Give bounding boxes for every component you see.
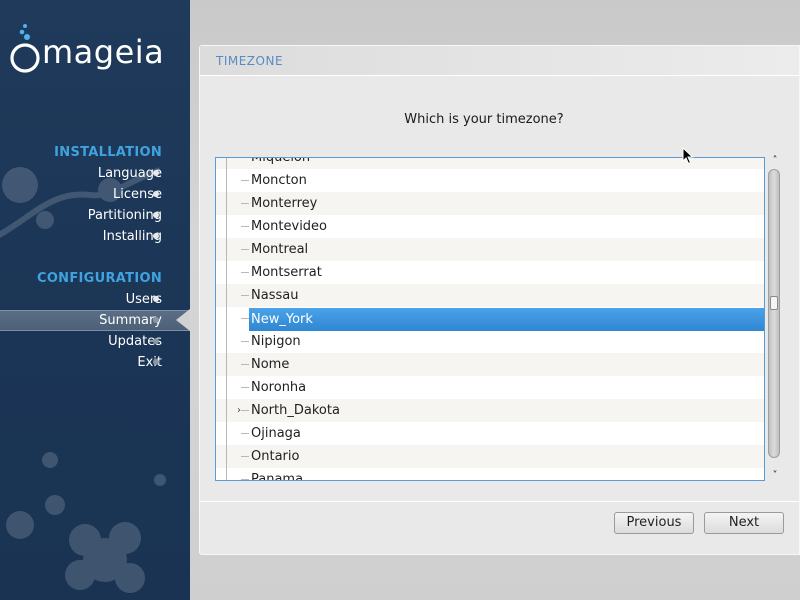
list-item-label: Montevideo xyxy=(251,219,328,234)
step-status-dot xyxy=(153,191,159,197)
list-item-label: Nome xyxy=(251,357,290,372)
decorative-flower-graphic xyxy=(6,452,166,593)
list-item[interactable]: Ojinaga xyxy=(216,422,764,445)
list-item[interactable]: Panama xyxy=(216,468,764,481)
list-item-expandable[interactable]: › North_Dakota xyxy=(216,399,764,422)
step-status-dot xyxy=(153,338,159,344)
list-item[interactable]: Montreal xyxy=(216,238,764,261)
list-item-label: Miquelon xyxy=(251,157,311,165)
list-item-label: Montserrat xyxy=(251,265,322,280)
list-item[interactable]: Monterrey xyxy=(216,192,764,215)
list-item-label: Ojinaga xyxy=(251,426,301,441)
list-item-label: Nassau xyxy=(251,288,299,303)
step-status-dot xyxy=(153,233,159,239)
timezone-panel: TIMEZONE Which is your timezone? Miquelo… xyxy=(199,45,800,555)
mouse-pointer-icon xyxy=(682,147,694,165)
scrollbar-thumb[interactable] xyxy=(770,296,778,310)
step-status-dot xyxy=(153,212,159,218)
step-status-dot xyxy=(153,170,159,176)
list-item-label: Panama xyxy=(251,472,304,481)
list-item-label: Ontario xyxy=(251,449,300,464)
list-item[interactable]: Nipigon xyxy=(216,330,764,353)
list-item-label: North_Dakota xyxy=(251,403,340,418)
step-partitioning: Partitioning xyxy=(87,208,162,223)
list-item-label: Noronha xyxy=(251,380,307,395)
page-title: TIMEZONE xyxy=(216,54,284,68)
logo-wordmark: mageia xyxy=(42,33,165,71)
list-item-label: New_York xyxy=(251,312,313,327)
chevron-right-icon[interactable]: › xyxy=(237,399,241,422)
list-item[interactable]: Moncton xyxy=(216,169,764,192)
list-item[interactable]: Montevideo xyxy=(216,215,764,238)
step-status-dot xyxy=(153,317,159,323)
step-status-dot xyxy=(153,359,159,365)
list-item[interactable]: Nassau xyxy=(216,284,764,307)
list-item[interactable]: Nome xyxy=(216,353,764,376)
list-item[interactable]: Montserrat xyxy=(216,261,764,284)
section-header-configuration: CONFIGURATION xyxy=(36,271,162,286)
section-header-installation: INSTALLATION xyxy=(54,145,162,160)
timezone-prompt: Which is your timezone? xyxy=(404,112,564,127)
step-status-dot xyxy=(153,296,159,302)
previous-button[interactable]: Previous xyxy=(614,512,694,534)
current-step-arrow xyxy=(176,309,190,331)
list-item[interactable]: Ontario xyxy=(216,445,764,468)
vertical-scrollbar[interactable] xyxy=(768,169,780,458)
list-item-label: Montreal xyxy=(251,242,309,257)
list-item[interactable]: Noronha xyxy=(216,376,764,399)
chevron-up-icon[interactable]: ˄ xyxy=(769,155,781,167)
sidebar: mageia INSTALLATION Language License Par… xyxy=(0,0,190,600)
timezone-tree-list[interactable]: Miquelon Moncton Monterrey Montevideo Mo… xyxy=(215,157,765,481)
chevron-down-icon[interactable]: ˅ xyxy=(769,470,781,482)
list-item-label: Monterrey xyxy=(251,196,318,211)
panel-title-bar: TIMEZONE xyxy=(200,46,799,76)
button-separator xyxy=(200,501,799,502)
next-button[interactable]: Next xyxy=(704,512,784,534)
selected-row-highlight[interactable]: New_York xyxy=(249,308,764,331)
list-item-label: Nipigon xyxy=(251,334,301,349)
list-item-label: Moncton xyxy=(251,173,307,188)
